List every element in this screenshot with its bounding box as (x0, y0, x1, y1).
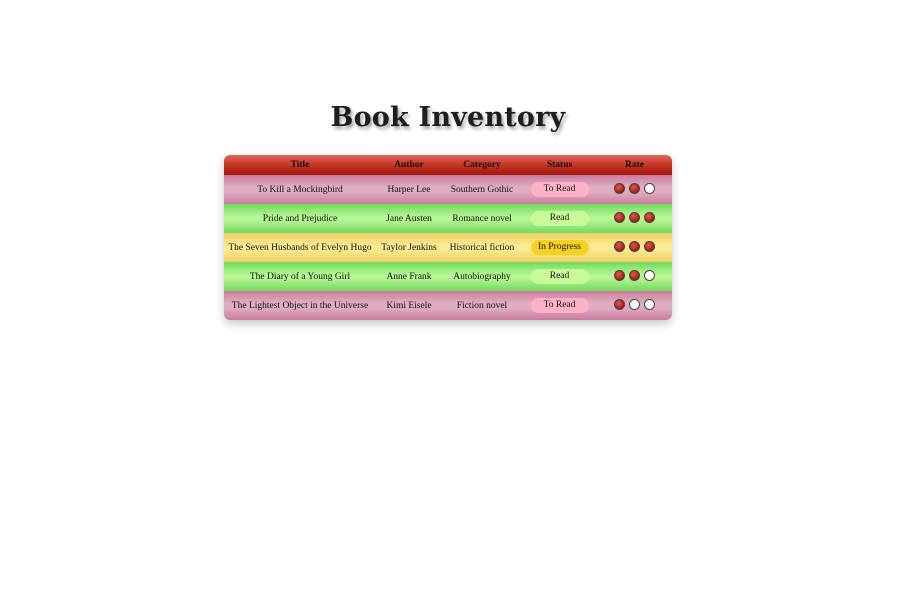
book-author-cell: Anne Frank (386, 271, 432, 282)
book-rating-cell (597, 233, 672, 262)
book-table: Title Author Category Status Rate To Kil… (224, 155, 672, 320)
book-title-cell: Pride and Prejudice (262, 213, 338, 224)
book-rating-cell (597, 262, 672, 291)
book-author-cell: Jane Austen (386, 213, 432, 224)
rating-filled-icon[interactable] (629, 240, 640, 252)
rating-filled-icon[interactable] (614, 298, 625, 310)
status-badge: Read (530, 211, 589, 226)
column-header-title[interactable]: Title (224, 155, 376, 175)
rating-control (614, 182, 655, 194)
rating-filled-icon[interactable] (629, 211, 640, 223)
table-body: To Kill a Mockingbird Harper Lee Southern … (224, 175, 672, 320)
rating-filled-icon[interactable] (614, 240, 625, 252)
book-category-cell: Autobiography (453, 271, 511, 282)
book-table-container: Title Author Category Status Rate To Kil… (224, 155, 672, 320)
status-badge: Read (530, 269, 589, 284)
book-category-cell: Historical fiction (449, 242, 515, 253)
rating-filled-icon[interactable] (614, 182, 625, 194)
book-author-cell: Taylor Jenkins (381, 242, 437, 253)
book-title-cell: The Lightest Object in the Universe (231, 300, 369, 311)
page: Book Inventory Title Author Category Sta… (0, 0, 900, 600)
header-row: Title Author Category Status Rate (224, 155, 672, 175)
column-header-status[interactable]: Status (522, 155, 597, 175)
book-author-cell: Harper Lee (387, 184, 431, 195)
book-title-cell: To Kill a Mockingbird (257, 184, 343, 195)
book-status-cell: To Read (522, 175, 597, 204)
table-row[interactable]: The Lightest Object in the Universe Kimi … (224, 291, 672, 320)
rating-filled-icon[interactable] (629, 182, 640, 194)
rating-empty-icon[interactable] (644, 298, 655, 310)
rating-filled-icon[interactable] (629, 269, 640, 281)
column-header-rate[interactable]: Rate (597, 155, 672, 175)
book-status-cell: To Read (522, 291, 597, 320)
rating-filled-icon[interactable] (614, 211, 625, 223)
book-status-cell: In Progress (522, 233, 597, 262)
book-status-cell: Read (522, 204, 597, 233)
rating-filled-icon[interactable] (614, 269, 625, 281)
book-rating-cell (597, 204, 672, 233)
status-badge: To Read (530, 298, 589, 313)
rating-empty-icon[interactable] (644, 269, 655, 281)
book-title-cell: The Diary of a Young Girl (249, 271, 351, 282)
book-status-cell: Read (522, 262, 597, 291)
rating-empty-icon[interactable] (629, 298, 640, 310)
book-title-cell: The Seven Husbands of Evelyn Hugo (228, 242, 372, 253)
table-row[interactable]: The Diary of a Young Girl Anne Frank Autob… (224, 262, 672, 291)
status-badge: To Read (530, 182, 589, 197)
book-category-cell: Fiction novel (456, 300, 508, 311)
table-header: Title Author Category Status Rate (224, 155, 672, 175)
book-rating-cell (597, 175, 672, 204)
rating-control (614, 269, 655, 281)
rating-filled-icon[interactable] (644, 240, 655, 252)
rating-control (614, 298, 655, 310)
table-row[interactable]: Pride and Prejudice Jane Austen Romance no… (224, 204, 672, 233)
column-header-category[interactable]: Category (442, 155, 522, 175)
rating-control (614, 211, 655, 223)
rating-filled-icon[interactable] (644, 211, 655, 223)
page-title: Book Inventory (330, 102, 566, 133)
column-header-author[interactable]: Author (376, 155, 442, 175)
status-badge: In Progress (530, 240, 589, 255)
book-category-cell: Romance novel (452, 213, 512, 224)
book-author-cell: Kimi Eisele (386, 300, 432, 311)
book-rating-cell (597, 291, 672, 320)
rating-control (614, 240, 655, 252)
table-row[interactable]: To Kill a Mockingbird Harper Lee Southern … (224, 175, 672, 204)
table-row[interactable]: The Seven Husbands of Evelyn Hugo Taylor … (224, 233, 672, 262)
book-category-cell: Southern Gothic (450, 184, 514, 195)
rating-empty-icon[interactable] (644, 182, 655, 194)
